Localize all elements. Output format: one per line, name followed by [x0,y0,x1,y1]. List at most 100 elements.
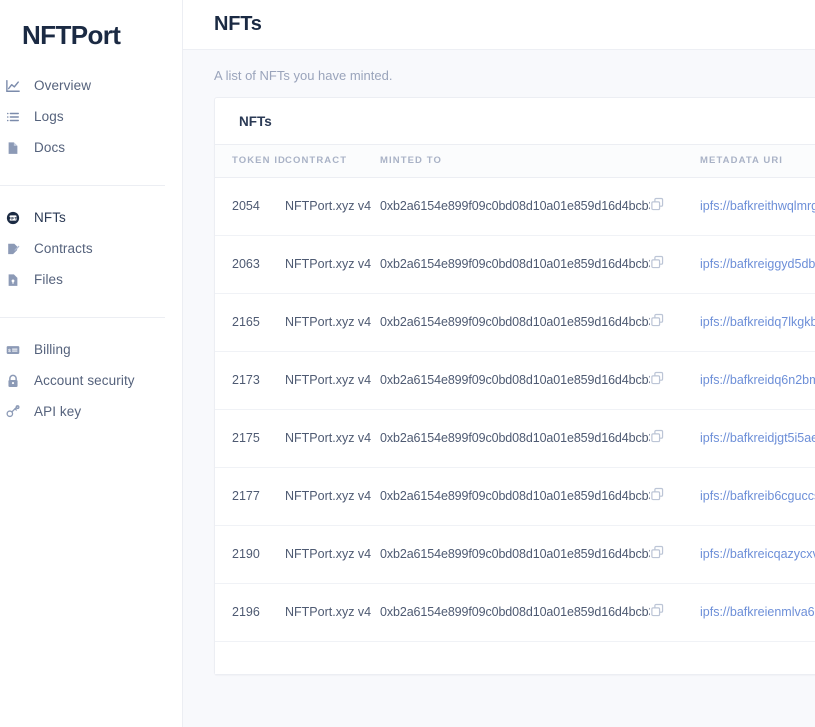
sidebar-item-overview[interactable]: Overview [0,70,182,101]
app-root: NFTPort Overview Logs Docs NFT NFTs Cont… [0,0,815,727]
metadata-uri-link[interactable]: ipfs://bafkreidq7lkgkbz [700,315,815,329]
cell-token-id: 2063 [215,235,285,294]
copy-icon[interactable] [650,197,666,213]
nfts-table: TOKEN ID CONTRACT MINTED TO METADATA URI… [215,145,815,642]
cell-token-id: 2054 [215,177,285,236]
metadata-uri-link[interactable]: ipfs://bafkreidq6n2bmv [700,373,815,387]
nfts-card-header: NFTs [215,98,815,145]
cell-metadata-uri: ipfs://bafkreiggyd5dbku [700,235,815,294]
cell-minted-to: 0xb2a6154e899f09c0bd08d10a01e859d16d4bcb… [380,525,650,584]
cell-metadata-uri: ipfs://bafkreithwqlmrgrk [700,177,815,236]
sidebar-item-contracts[interactable]: Contracts [0,233,182,264]
cell-copy [650,467,700,526]
metadata-uri-link[interactable]: ipfs://bafkreidjgt5i5aep [700,431,815,445]
cell-metadata-uri: ipfs://bafkreienmlva6hm [700,583,815,642]
sidebar-item-label: Account security [34,373,135,388]
cell-metadata-uri: ipfs://bafkreidjgt5i5aep [700,409,815,468]
metadata-uri-link[interactable]: ipfs://bafkreiggyd5dbku [700,257,815,271]
table-row[interactable]: 2165 NFTPort.xyz v4 0xb2a6154e899f09c0bd08… [215,293,815,352]
sidebar: NFTPort Overview Logs Docs NFT NFTs Cont… [0,0,183,727]
column-header-minted-to[interactable]: MINTED TO [380,145,650,178]
sidebar-item-account-security[interactable]: Account security [0,365,182,396]
sidebar-item-docs[interactable]: Docs [0,132,182,163]
cell-contract: NFTPort.xyz v4 [285,293,380,352]
metadata-uri-link[interactable]: ipfs://bafkreithwqlmrgrk [700,199,815,213]
copy-icon[interactable] [650,487,666,503]
cell-contract: NFTPort.xyz v4 [285,525,380,584]
sidebar-group-account: $ Billing Account security API key [0,334,182,427]
cell-copy [650,293,700,352]
main-content: NFTs A list of NFTs you have minted. NFT… [183,0,815,727]
key-icon [6,404,28,419]
sidebar-item-files[interactable]: Files [0,264,182,295]
copy-icon[interactable] [650,371,666,387]
cell-token-id: 2165 [215,293,285,352]
sidebar-group-resources: NFT NFTs Contracts Files [0,202,182,295]
document-icon [6,141,28,155]
table-row[interactable]: 2190 NFTPort.xyz v4 0xb2a6154e899f09c0bd08… [215,525,815,584]
copy-icon[interactable] [650,429,666,445]
cell-copy [650,235,700,294]
copy-icon[interactable] [650,255,666,271]
metadata-uri-link[interactable]: ipfs://bafkreicqazycxv6 [700,547,815,561]
cell-metadata-uri: ipfs://bafkreidq7lkgkbz [700,293,815,352]
cell-minted-to: 0xb2a6154e899f09c0bd08d10a01e859d16d4bcb… [380,467,650,526]
sidebar-group-primary: Overview Logs Docs [0,70,182,163]
cell-token-id: 2177 [215,467,285,526]
nfts-card-footer [215,641,815,674]
column-header-metadata-uri[interactable]: METADATA URI [700,145,815,178]
copy-icon[interactable] [650,603,666,619]
table-row[interactable]: 2177 NFTPort.xyz v4 0xb2a6154e899f09c0bd08… [215,467,815,526]
cell-copy [650,409,700,468]
cell-minted-to: 0xb2a6154e899f09c0bd08d10a01e859d16d4bcb… [380,583,650,642]
cell-minted-to: 0xb2a6154e899f09c0bd08d10a01e859d16d4bcb… [380,409,650,468]
sidebar-item-api-key[interactable]: API key [0,396,182,427]
cell-token-id: 2196 [215,583,285,642]
column-header-token-id[interactable]: TOKEN ID [215,145,285,178]
sidebar-item-label: Billing [34,342,71,357]
sidebar-item-label: Docs [34,140,66,155]
file-icon [6,273,28,287]
sidebar-item-label: Overview [34,78,92,93]
table-row[interactable]: 2054 NFTPort.xyz v4 0xb2a6154e899f09c0bd08… [215,177,815,236]
page-header: NFTs [183,0,815,50]
cell-minted-to: 0xb2a6154e899f09c0bd08d10a01e859d16d4bcb… [380,235,650,294]
cell-copy [650,583,700,642]
cell-contract: NFTPort.xyz v4 [285,351,380,410]
table-row[interactable]: 2173 NFTPort.xyz v4 0xb2a6154e899f09c0bd08… [215,351,815,410]
page-title: NFTs [214,13,262,35]
sidebar-item-label: Logs [34,109,64,124]
nfts-table-head: TOKEN ID CONTRACT MINTED TO METADATA URI [215,145,815,178]
copy-icon[interactable] [650,313,666,329]
table-row[interactable]: 2063 NFTPort.xyz v4 0xb2a6154e899f09c0bd08… [215,235,815,294]
cell-minted-to: 0xb2a6154e899f09c0bd08d10a01e859d16d4bcb… [380,177,650,236]
page-subtitle: A list of NFTs you have minted. [214,68,393,83]
cell-contract: NFTPort.xyz v4 [285,583,380,642]
cell-copy [650,177,700,236]
copy-icon[interactable] [650,545,666,561]
table-row[interactable]: 2175 NFTPort.xyz v4 0xb2a6154e899f09c0bd08… [215,409,815,468]
cell-minted-to: 0xb2a6154e899f09c0bd08d10a01e859d16d4bcb… [380,351,650,410]
column-header-contract[interactable]: CONTRACT [285,145,380,178]
cell-token-id: 2190 [215,525,285,584]
nft-badge-icon: NFT [6,211,28,225]
nfts-card-title: NFTs [239,113,272,129]
svg-text:NFT: NFT [9,216,17,220]
sidebar-item-billing[interactable]: $ Billing [0,334,182,365]
cell-token-id: 2173 [215,351,285,410]
cell-contract: NFTPort.xyz v4 [285,235,380,294]
lock-icon [6,374,28,388]
sidebar-item-nfts[interactable]: NFT NFTs [0,202,182,233]
cell-contract: NFTPort.xyz v4 [285,409,380,468]
metadata-uri-link[interactable]: ipfs://bafkreib6cguccsn [700,489,815,503]
sidebar-item-label: NFTs [34,210,66,225]
cell-copy [650,351,700,410]
contract-signature-icon [6,242,28,256]
brand-logo[interactable]: NFTPort [0,0,182,70]
sidebar-item-logs[interactable]: Logs [0,101,182,132]
cell-contract: NFTPort.xyz v4 [285,467,380,526]
cell-metadata-uri: ipfs://bafkreidq6n2bmv [700,351,815,410]
cell-token-id: 2175 [215,409,285,468]
metadata-uri-link[interactable]: ipfs://bafkreienmlva6hm [700,605,815,619]
table-row[interactable]: 2196 NFTPort.xyz v4 0xb2a6154e899f09c0bd08… [215,583,815,642]
